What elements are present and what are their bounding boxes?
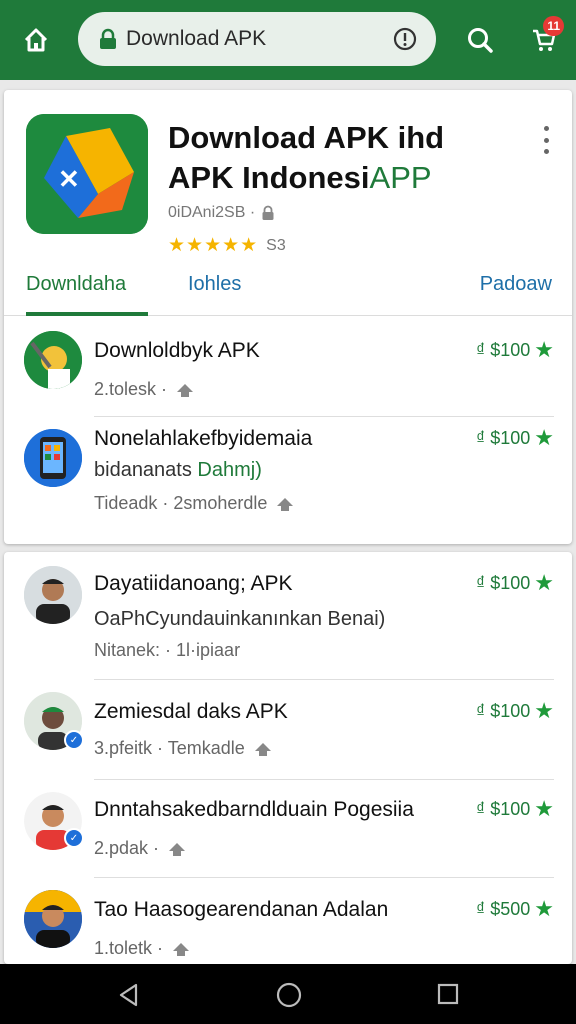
more-dot-icon	[543, 149, 549, 154]
price-text: ₫ $100	[475, 798, 531, 819]
star-icon: ★	[534, 896, 554, 921]
more-dot-icon	[543, 126, 549, 131]
price-text: ₫ $100	[475, 700, 531, 721]
item-meta-text: 2.tolesk ·	[94, 379, 168, 399]
download-icon	[167, 841, 187, 857]
item-title: Dnntahsakedbarndlduain Pogesiia	[94, 798, 414, 821]
download-icon	[171, 941, 191, 957]
verified-badge-icon: ✓	[64, 828, 84, 848]
system-nav-bar	[0, 964, 576, 1024]
search-icon	[468, 28, 493, 53]
home-button[interactable]	[14, 18, 58, 62]
item-subtitle: OaPhCyundauinkanınkan Benai)	[94, 608, 386, 630]
item-meta-text: 3.pfeitk · Temkadle	[94, 738, 245, 758]
download-icon	[175, 382, 195, 398]
item-subtitle-main: bidananats	[94, 459, 198, 481]
back-icon[interactable]	[116, 982, 142, 1008]
item-price[interactable]: ₫ $100 ★	[476, 425, 554, 451]
avatar	[24, 331, 82, 389]
home-nav-icon[interactable]	[275, 981, 303, 1009]
list-item[interactable]: Downloldbyk APK 2.tolesk · ₫ $100 ★	[4, 317, 572, 417]
price-text: ₫ $100	[475, 572, 531, 593]
item-meta: Tideadk · 2smoherdle	[94, 493, 295, 514]
app-card: ✕ Download APK ihd APK IndonesiAPP 0iDAn…	[4, 90, 572, 544]
star-icon: ★	[534, 698, 554, 723]
lock-small-icon	[262, 205, 274, 220]
price-text: ₫ $500	[475, 898, 531, 919]
avatar: ✓	[24, 792, 84, 850]
item-meta: 1.toletk ·	[94, 938, 191, 959]
price-text: ₫ $100	[475, 427, 531, 448]
item-price[interactable]: ₫ $100 ★	[476, 337, 554, 363]
item-price[interactable]: ₫ $100 ★	[476, 570, 554, 596]
item-meta-text: Tideadk · 2smoherdle	[94, 493, 268, 513]
search-button[interactable]	[458, 18, 502, 62]
avatar	[24, 566, 82, 624]
item-meta-text: 2.pdak ·	[94, 838, 160, 858]
url-text: Download APK	[126, 27, 267, 50]
app-title-line1: Download APK ihd	[168, 120, 445, 155]
tab-download[interactable]: Downldaha	[26, 266, 148, 316]
recent-apps-icon[interactable]	[437, 983, 459, 1005]
item-title: Tao Haasogearendanan Adalan	[94, 898, 389, 921]
developer-text: 0iDAni2SB ·	[168, 204, 256, 221]
item-title: Downloldbyk APK	[94, 339, 260, 362]
tab-bar: Downldaha Iohles Padoaw	[4, 266, 572, 316]
list-item[interactable]: ✓ Zemiesdal daks APK 3.pfeitk · Temkadle…	[4, 680, 572, 780]
info-icon[interactable]	[392, 26, 418, 52]
home-icon	[24, 28, 48, 52]
list-item[interactable]: Tao Haasogearendanan Adalan 1.toletk · ₫…	[4, 878, 572, 964]
tab-files[interactable]: Iohles	[188, 266, 241, 316]
download-icon	[275, 496, 295, 512]
avatar: ✓	[24, 692, 84, 750]
item-meta: 2.tolesk ·	[94, 379, 195, 400]
app-rating: ★★★★★ S3	[168, 234, 286, 257]
star-icon: ★	[534, 425, 554, 450]
item-price[interactable]: ₫ $500 ★	[476, 896, 554, 922]
app-title-line2: APK IndonesiAPP	[168, 158, 538, 198]
lock-icon	[98, 28, 118, 50]
svg-text:✕: ✕	[58, 164, 80, 194]
price-text: ₫ $100	[475, 339, 531, 360]
item-title: Nonelahlakefbyidemaia	[94, 427, 313, 450]
app-title-main: APK Indonesi	[168, 160, 370, 195]
item-meta: Nitanek: · 1l·ipiaar	[94, 640, 240, 661]
item-price[interactable]: ₫ $100 ★	[476, 698, 554, 724]
item-price[interactable]: ₫ $100 ★	[476, 796, 554, 822]
item-title: Dayatiidanoang; APK	[94, 572, 293, 595]
list-item[interactable]: ✓ Dnntahsakedbarndlduain Pogesiia 2.pdak…	[4, 780, 572, 878]
download-icon	[253, 741, 273, 757]
browser-toolbar: Download APK 11	[0, 0, 576, 80]
cart-badge: 11	[543, 16, 564, 36]
tab-review[interactable]: Padoaw	[480, 266, 552, 316]
more-dot-icon	[543, 137, 549, 143]
app-icon[interactable]: ✕	[26, 114, 148, 234]
item-meta-text: 1.toletk ·	[94, 938, 164, 958]
cart-button[interactable]: 11	[520, 16, 568, 64]
item-meta: 3.pfeitk · Temkadle	[94, 738, 273, 759]
rating-count: S3	[266, 236, 286, 254]
avatar	[24, 429, 82, 487]
star-icon: ★	[534, 570, 554, 595]
list-item[interactable]: Nonelahlakefbyidemaia bidananats Dahmj) …	[4, 417, 572, 539]
list-item[interactable]: Dayatiidanoang; APK OaPhCyundauinkanınka…	[4, 552, 572, 680]
item-meta-text: Nitanek: · 1l·ipiaar	[94, 640, 241, 660]
avatar	[24, 890, 82, 948]
app-title-accent: APP	[369, 160, 432, 195]
item-subtitle: bidananats Dahmj)	[94, 459, 262, 482]
item-meta: 2.pdak ·	[94, 838, 187, 859]
more-options-button[interactable]	[538, 126, 554, 154]
star-icon: ★	[534, 337, 554, 362]
item-title: Zemiesdal daks APK	[94, 700, 288, 723]
app-meta: 0iDAni2SB ·	[168, 204, 275, 222]
list-card: Dayatiidanoang; APK OaPhCyundauinkanınka…	[4, 552, 572, 964]
item-subtitle-accent: Dahmj)	[197, 459, 262, 481]
rating-stars: ★★★★★	[168, 235, 259, 256]
verified-badge-icon: ✓	[64, 730, 84, 750]
star-icon: ★	[534, 796, 554, 821]
app-title: Download APK ihd APK IndonesiAPP	[168, 118, 538, 198]
url-bar[interactable]: Download APK	[78, 12, 436, 66]
